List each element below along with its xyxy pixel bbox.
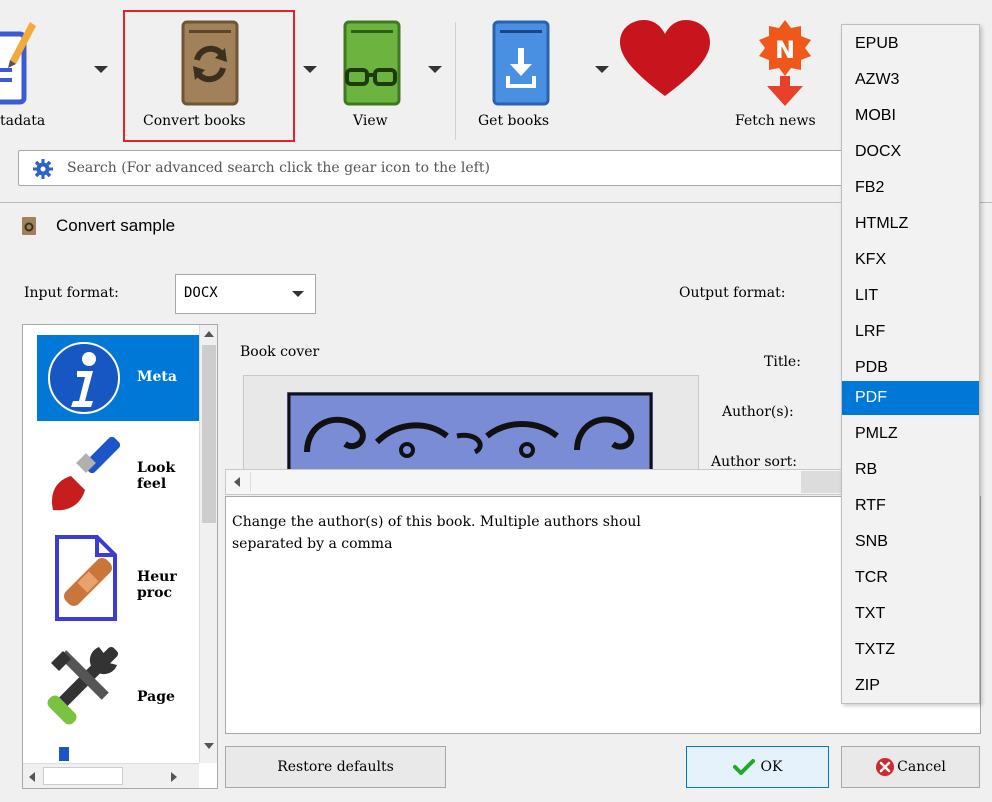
help-text: Change the author(s) of this book. Multi… <box>232 514 641 552</box>
content-horizontal-scrollbar[interactable] <box>225 469 845 495</box>
svg-text:N: N <box>775 36 795 64</box>
format-option-lit[interactable]: LIT <box>842 279 979 313</box>
list-item-page-setup[interactable]: Page <box>35 639 205 739</box>
input-format-label: Input format: <box>24 285 119 301</box>
list-item-label: Heur proc <box>137 569 177 601</box>
edit-metadata-arrow[interactable] <box>94 66 108 73</box>
cancel-label: Cancel <box>897 759 946 775</box>
get-books-label: Get books <box>478 113 550 129</box>
list-item-label: Page <box>137 689 175 705</box>
tools-icon <box>47 647 118 725</box>
list-item-partial-icon <box>59 747 69 761</box>
format-option-htmlz[interactable]: HTMLZ <box>842 207 979 241</box>
format-option-pmlz[interactable]: PMLZ <box>842 417 979 451</box>
format-option-mobi[interactable]: MOBI <box>842 99 979 133</box>
format-option-tcr[interactable]: TCR <box>842 561 979 595</box>
info-icon <box>48 342 120 414</box>
checkmark-icon <box>732 759 755 775</box>
get-books-icon <box>492 20 550 106</box>
view-arrow[interactable] <box>428 66 442 73</box>
scroll-left-arrow[interactable] <box>29 772 35 782</box>
edit-metadata-button[interactable]: tadata <box>0 0 115 145</box>
fetch-news-label: Fetch news <box>735 113 816 129</box>
scroll-up-arrow[interactable] <box>204 331 214 337</box>
title-label: Title: <box>764 354 801 370</box>
restore-defaults-button[interactable]: Restore defaults <box>225 746 446 788</box>
list-item-metadata[interactable]: Meta <box>37 335 207 421</box>
cancel-icon <box>876 758 895 776</box>
dialog-title-icon <box>22 217 36 235</box>
book-cover-label: Book cover <box>240 344 320 360</box>
get-books-arrow[interactable] <box>595 66 609 73</box>
input-format-select[interactable]: DOCX <box>175 274 316 314</box>
format-option-pdb[interactable]: PDB <box>842 351 979 385</box>
book-cover-image[interactable] <box>287 392 653 472</box>
format-option-zip[interactable]: ZIP <box>842 669 979 703</box>
gear-icon[interactable] <box>33 159 53 179</box>
output-format-dropdown: EPUB AZW3 MOBI DOCX FB2 HTMLZ KFX LIT LR… <box>841 24 980 704</box>
dialog-title: Convert sample <box>56 216 176 235</box>
fetch-news-button[interactable]: N Fetch news <box>730 10 840 140</box>
toolbar-separator <box>455 22 456 140</box>
format-option-rb[interactable]: RB <box>842 453 979 487</box>
list-item-label: Meta <box>137 369 177 385</box>
format-option-epub[interactable]: EPUB <box>842 27 979 61</box>
cover-ornament-icon <box>287 392 653 472</box>
scroll-left-arrow[interactable] <box>234 477 240 487</box>
scroll-down-arrow[interactable] <box>204 743 214 749</box>
ok-label: OK <box>760 759 783 775</box>
convert-books-arrow[interactable] <box>303 66 317 73</box>
format-option-fb2[interactable]: FB2 <box>842 171 979 205</box>
view-label: View <box>353 113 388 129</box>
fetch-news-icon: N <box>759 20 811 106</box>
output-format-label: Output format: <box>679 285 786 301</box>
scroll-separator <box>250 472 251 492</box>
view-button[interactable]: View <box>325 10 415 140</box>
format-option-snb[interactable]: SNB <box>842 525 979 559</box>
search-placeholder: Search (For advanced search click the ge… <box>67 160 490 176</box>
edit-metadata-icon <box>0 22 36 105</box>
list-vertical-scrollbar[interactable] <box>199 325 217 763</box>
restore-defaults-label: Restore defaults <box>277 759 394 775</box>
scroll-thumb[interactable] <box>43 767 123 785</box>
author-sort-label: Author sort: <box>711 454 797 470</box>
format-option-azw3[interactable]: AZW3 <box>842 63 979 97</box>
view-icon <box>343 20 401 106</box>
list-item-label: Look feel <box>137 460 176 492</box>
get-books-button[interactable]: Get books <box>470 10 580 140</box>
list-horizontal-scrollbar[interactable] <box>23 763 199 788</box>
list-item-heuristic[interactable]: Heur proc <box>35 533 205 633</box>
paintbrush-icon <box>51 436 121 511</box>
scroll-thumb[interactable] <box>202 345 216 523</box>
ok-button[interactable]: OK <box>686 746 829 788</box>
authors-label: Author(s): <box>722 404 794 420</box>
chevron-down-icon <box>292 291 304 297</box>
list-item-look-feel[interactable]: Look feel <box>35 430 205 530</box>
input-format-value: DOCX <box>184 285 218 301</box>
format-option-lrf[interactable]: LRF <box>842 315 979 349</box>
scroll-thumb[interactable] <box>801 471 843 493</box>
scroll-right-arrow[interactable] <box>171 772 177 782</box>
format-option-kfx[interactable]: KFX <box>842 243 979 277</box>
format-option-txtz[interactable]: TXTZ <box>842 633 979 667</box>
edit-metadata-label: tadata <box>0 113 46 129</box>
format-option-docx[interactable]: DOCX <box>842 135 979 169</box>
donate-heart-icon[interactable] <box>620 20 710 100</box>
document-bandage-icon <box>55 535 117 621</box>
convert-books-highlight <box>123 10 295 142</box>
format-option-pdf[interactable]: PDF <box>842 381 979 415</box>
section-list: Meta Look feel Heur proc Page <box>22 324 218 789</box>
format-option-rtf[interactable]: RTF <box>842 489 979 523</box>
cancel-button[interactable]: Cancel <box>841 746 980 788</box>
search-input[interactable]: Search (For advanced search click the ge… <box>18 150 978 186</box>
format-option-txt[interactable]: TXT <box>842 597 979 631</box>
